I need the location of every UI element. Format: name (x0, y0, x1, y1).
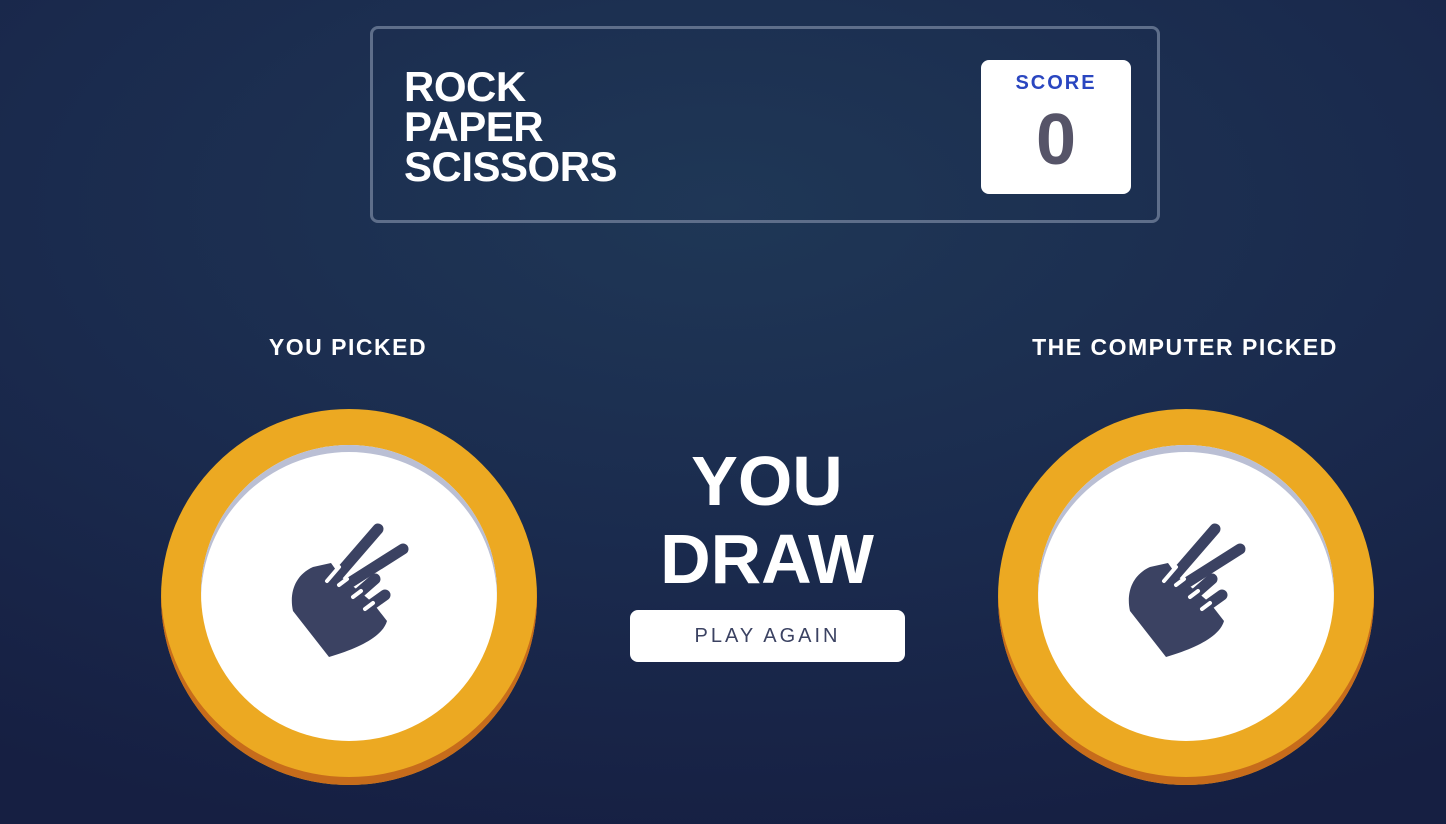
you-picked-label: YOU PICKED (268, 334, 428, 360)
player-choice-face (201, 445, 497, 741)
game-title: ROCK PAPER SCISSORS (404, 63, 618, 190)
computer-choice-token (998, 409, 1374, 785)
title-line-scissors: SCISSORS (404, 143, 618, 190)
result-text: YOU DRAW (600, 442, 934, 598)
title-line-paper: PAPER (404, 103, 544, 150)
computer-picked-label: THE COMPUTER PICKED (1032, 334, 1338, 360)
result-line-2: DRAW (660, 520, 874, 598)
title-line-rock: ROCK (404, 63, 526, 110)
header: ROCK PAPER SCISSORS SCORE 0 (370, 26, 1160, 223)
scissors-icon (291, 523, 409, 657)
score-label: SCORE (1015, 72, 1097, 94)
score-value: 0 (1035, 100, 1077, 180)
result-line-1: YOU (691, 442, 843, 520)
score-box: SCORE 0 (981, 60, 1131, 194)
computer-choice-face (1038, 445, 1334, 741)
scissors-icon (1128, 523, 1246, 657)
player-choice-token (161, 409, 537, 785)
play-again-button[interactable]: PLAY AGAIN (630, 610, 905, 662)
